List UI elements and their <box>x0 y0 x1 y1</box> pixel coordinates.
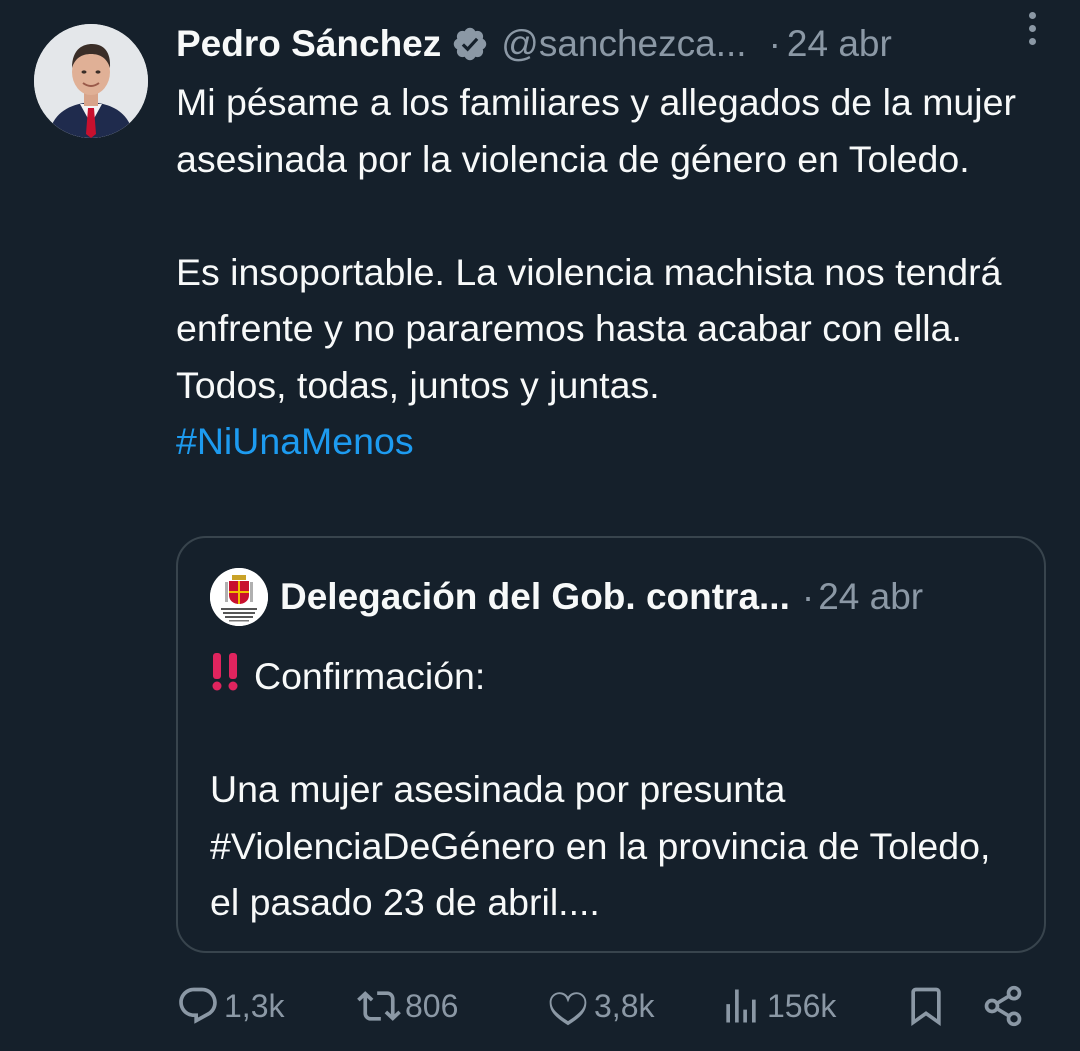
author-avatar[interactable] <box>34 24 148 138</box>
views-button[interactable]: 156k <box>719 978 836 1034</box>
government-logo <box>210 568 268 626</box>
bookmark-button[interactable] <box>904 978 948 1034</box>
author-name[interactable]: Pedro Sánchez <box>176 23 441 65</box>
double-exclamation-icon <box>212 653 238 691</box>
reply-count: 1,3k <box>224 987 285 1024</box>
heart-icon <box>549 992 587 1026</box>
quoted-tweet-header: Delegación del Gob. contra... · 24 abr <box>210 568 1014 626</box>
tweet-paragraph: Es insoportable. La violencia machista n… <box>176 250 1002 406</box>
author-handle[interactable]: @sanchezca... <box>501 23 746 65</box>
tweet-header: Pedro Sánchez @sanchezca... · 24 abr <box>176 18 1060 70</box>
quoted-author-name[interactable]: Delegación del Gob. contra... <box>280 576 790 618</box>
views-icon <box>726 989 756 1023</box>
retweet-icon <box>357 991 401 1021</box>
avatar-image <box>34 24 148 138</box>
quoted-tweet-date[interactable]: 24 abr <box>818 576 923 618</box>
verified-badge-icon[interactable] <box>451 25 489 63</box>
share-button[interactable] <box>981 978 1025 1034</box>
action-bar: 1,3k 806 3,8k 156k <box>0 978 1080 1034</box>
quoted-tweet-paragraph: Una mujer asesinada por presunta #Violen… <box>210 768 991 923</box>
separator-dot: · <box>801 576 815 617</box>
views-count: 156k <box>767 987 837 1024</box>
reply-icon <box>179 987 217 1024</box>
more-options-icon[interactable] <box>1022 10 1042 46</box>
tweet-text: Mi pésame a los familiares y allegados d… <box>176 74 1066 470</box>
quoted-tweet[interactable]: Delegación del Gob. contra... · 24 abr C… <box>176 536 1046 953</box>
retweet-button[interactable]: 806 <box>357 978 458 1034</box>
separator-dot: · <box>768 23 781 64</box>
share-icon <box>984 985 1022 1027</box>
reply-button[interactable]: 1,3k <box>176 978 284 1034</box>
tweet[interactable]: Pedro Sánchez @sanchezca... · 24 abr Mi … <box>0 0 1080 1051</box>
quoted-tweet-line: Confirmación: <box>254 655 486 697</box>
hashtag-link[interactable]: #NiUnaMenos <box>176 420 414 462</box>
tweet-paragraph: Mi pésame a los familiares y allegados d… <box>176 81 1016 180</box>
like-count: 3,8k <box>594 987 655 1024</box>
quoted-author-avatar[interactable] <box>210 568 268 626</box>
retweet-count: 806 <box>405 987 459 1024</box>
quoted-tweet-text: Confirmación: Una mujer asesinada por pr… <box>210 648 1020 931</box>
bookmark-icon <box>911 987 941 1027</box>
like-button[interactable]: 3,8k <box>546 978 654 1034</box>
tweet-date[interactable]: 24 abr <box>787 23 892 65</box>
